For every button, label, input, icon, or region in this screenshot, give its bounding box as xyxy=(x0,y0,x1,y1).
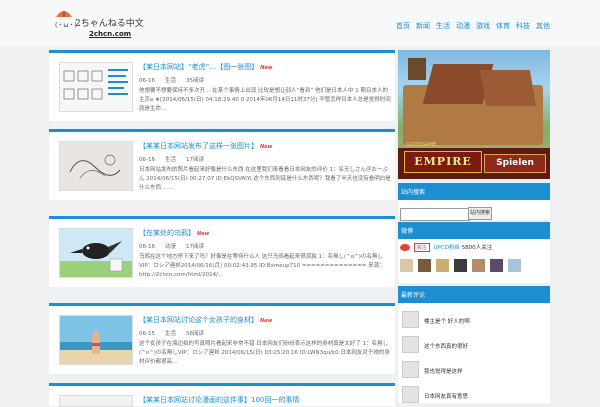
umbrella-icon xyxy=(56,11,72,17)
search-heading: 站内搜索 xyxy=(398,186,550,200)
thumbnail-image xyxy=(60,229,132,277)
post-thumbnail[interactable] xyxy=(59,228,133,278)
search-button[interactable]: 站内搜索 xyxy=(468,207,492,220)
thumbnail-image xyxy=(60,316,132,364)
post-thumbnail[interactable] xyxy=(59,315,133,365)
nav-item[interactable]: 新闻 xyxy=(413,21,433,31)
logo-face: (・ω・) xyxy=(55,22,77,29)
weibo-widget: 微博 关注 UPCD粉丝 5800人关注 xyxy=(398,222,550,283)
post-title[interactable]: 【某日本网站】“老虎”…【图一张图】 New xyxy=(139,62,272,72)
nav-item[interactable]: 科技 xyxy=(513,21,533,31)
avatar xyxy=(402,386,419,403)
post-title[interactable]: 【某某日本网站讨论漫画的这件事】100回一的事情 xyxy=(139,395,299,405)
post-title-text[interactable]: 【某日本网站讨论这个女孩子的身材】 xyxy=(139,316,258,324)
post-thumbnail[interactable] xyxy=(59,141,133,191)
post-meta: 06-16 动漫 17阅读 xyxy=(139,242,214,250)
new-badge: New xyxy=(260,144,273,150)
post-card: 【某日本网站讨论这个女孩子的身材】 New 06-15 生活 58阅读 这个女孩子在海… xyxy=(49,303,395,374)
comment-text[interactable]: 楼主是个 好人的啊 xyxy=(424,317,470,325)
post-card: 【某日本网站】“老虎”…【图一张图】 New 06-16 生活 35阅读 他想要不想要… xyxy=(49,50,395,121)
ad-play-button[interactable]: Spielen xyxy=(484,154,546,173)
post-date: 06-16 xyxy=(139,244,155,250)
ad-brand: GOODGAME xyxy=(406,142,437,148)
post-meta: 06-15 生活 58阅读 xyxy=(139,329,214,337)
post-title-text[interactable]: 【某日本网站】“老虎”…【图一张图】 xyxy=(139,63,258,71)
follower-count: 5800 xyxy=(461,245,476,251)
nav-item[interactable]: 游戏 xyxy=(473,21,493,31)
post-card: 【在某处的乌鸦】 New 06-16 动漫 17阅读 乌鸦在这个地方停下来了吗？好像是… xyxy=(49,216,395,287)
weibo-icon xyxy=(400,244,410,251)
post-card: 【某某日本网站发布了这样一张图片】 New 06-16 生活 17阅读 日本网站发布的… xyxy=(49,129,395,200)
post-category[interactable]: 生活 xyxy=(165,78,176,84)
avatar[interactable] xyxy=(436,259,449,272)
post-title-text[interactable]: 【在某处的乌鸦】 xyxy=(139,229,195,237)
post-title-text[interactable]: 【某某日本网站讨论漫画的这件事】100回一的事情 xyxy=(139,396,299,404)
thumbnail-image xyxy=(60,63,132,111)
nav-item[interactable]: 动漫 xyxy=(453,21,473,31)
post-views: 17阅读 xyxy=(186,157,204,163)
avatar xyxy=(402,336,419,353)
ad-roof xyxy=(479,70,537,106)
post-category[interactable]: 动漫 xyxy=(165,244,176,250)
post-category[interactable]: 生活 xyxy=(165,157,176,163)
post-category[interactable]: 生活 xyxy=(165,331,176,337)
post-views: 58阅读 xyxy=(186,331,204,337)
site-logo[interactable]: (・ω・) 2ちゃんねる中文 2chcn.com xyxy=(55,8,144,40)
post-thumbnail[interactable] xyxy=(59,395,133,407)
post-title[interactable]: 【某日本网站讨论这个女孩子的身材】 New xyxy=(139,315,272,325)
main-nav: 首页 新闻 生活 动漫 游戏 体育 科技 其他 xyxy=(393,21,553,31)
post-card: 【某某日本网站讨论漫画的这件事】100回一的事情 xyxy=(49,383,395,407)
nav-item[interactable]: 体育 xyxy=(493,21,513,31)
post-excerpt: 乌鸦在这个地方停下来了吗？好像是在等待什么人 这只乌鸦看起来很孤独 1：名無し(… xyxy=(139,254,385,278)
site-header: (・ω・) 2ちゃんねる中文 2chcn.com 首页 新闻 生活 动漫 游戏 … xyxy=(0,0,600,46)
search-widget: 站内搜索 站内搜索 xyxy=(398,183,550,221)
ad-ship xyxy=(408,58,426,80)
nav-item[interactable]: 首页 xyxy=(393,21,413,31)
comments-heading: 最新评论 xyxy=(398,289,550,303)
avatar xyxy=(402,361,419,378)
post-date: 06-16 xyxy=(139,157,155,163)
avatar[interactable] xyxy=(508,259,521,272)
post-views: 17阅读 xyxy=(186,244,204,250)
logo-text: 2ちゃんねる中文 xyxy=(75,19,144,29)
avatar[interactable] xyxy=(454,259,467,272)
search-input[interactable] xyxy=(400,208,470,221)
post-excerpt: 这个女孩子在海边拍的写真照片看起来非常不错 日本网友们纷纷表示这样的身材真是太好… xyxy=(139,341,390,365)
follower-avatars xyxy=(400,259,526,272)
thumbnail-image xyxy=(60,142,132,190)
avatar[interactable] xyxy=(490,259,503,272)
nav-item[interactable]: 生活 xyxy=(433,21,453,31)
avatar xyxy=(402,311,419,328)
post-thumbnail[interactable] xyxy=(59,62,133,112)
post-title-text[interactable]: 【某某日本网站发布了这样一张图片】 xyxy=(139,142,258,150)
post-excerpt: 他想要不想要保持不多次开… 在某个事情上出现 比较是想让别人“看到” 他们是日本… xyxy=(139,88,391,112)
post-date: 06-16 xyxy=(139,78,155,84)
avatar[interactable] xyxy=(400,259,413,272)
post-meta: 06-16 生活 17阅读 xyxy=(139,155,214,163)
weibo-account-name[interactable]: UPCD粉丝 xyxy=(434,245,460,251)
post-title[interactable]: 【某某日本网站发布了这样一张图片】 New xyxy=(139,141,272,151)
nav-item[interactable]: 其他 xyxy=(533,21,553,31)
game-advert[interactable]: GOODGAME EMPIRE Spielen xyxy=(398,50,550,179)
new-badge: New xyxy=(197,231,210,237)
follow-button[interactable]: 关注 xyxy=(413,243,430,252)
logo-subtext: 2chcn.com xyxy=(89,30,132,38)
ad-title: EMPIRE xyxy=(404,151,482,173)
avatar[interactable] xyxy=(418,259,431,272)
avatar[interactable] xyxy=(472,259,485,272)
post-excerpt: 日本网站发布的照片看起来好像是什么东西 在这里我们来看看日本网友的评价 1：名无… xyxy=(139,167,391,191)
comment-text[interactable]: 日本网友真有意思 xyxy=(424,392,468,400)
post-date: 06-15 xyxy=(139,331,155,337)
new-badge: New xyxy=(260,318,273,324)
weibo-follow-row: 关注 UPCD粉丝 5800人关注 xyxy=(400,243,492,252)
post-views: 35阅读 xyxy=(186,78,204,84)
weibo-heading: 微博 xyxy=(398,225,550,239)
post-meta: 06-16 生活 35阅读 xyxy=(139,76,214,84)
new-badge: New xyxy=(260,65,273,71)
comment-text[interactable]: 这个东西真的很好 xyxy=(424,342,468,350)
comment-text[interactable]: 我也觉得是这样 xyxy=(424,367,463,375)
follower-suffix: 人关注 xyxy=(475,245,493,251)
recent-comments-widget: 最新评论 楼主是个 好人的啊 这个东西真的很好 我也觉得是这样 日本网友真有意思 xyxy=(398,286,550,403)
post-title[interactable]: 【在某处的乌鸦】 New xyxy=(139,228,209,238)
